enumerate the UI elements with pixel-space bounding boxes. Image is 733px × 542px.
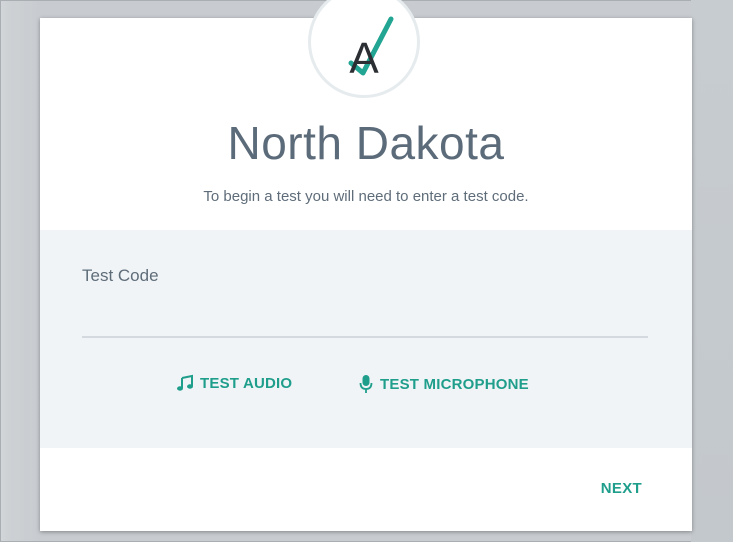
test-microphone-button[interactable]: TEST MICROPHONE bbox=[358, 374, 529, 394]
test-audio-button[interactable]: TEST AUDIO bbox=[176, 374, 292, 392]
test-audio-label: TEST AUDIO bbox=[200, 374, 293, 392]
logo-icon: A bbox=[348, 16, 394, 83]
test-code-label: Test Code bbox=[82, 266, 159, 285]
logo-badge: A bbox=[308, 0, 420, 98]
next-button[interactable]: NEXT bbox=[601, 480, 642, 497]
instructions-text: To begin a test you will need to enter a… bbox=[203, 188, 529, 205]
background-strip bbox=[691, 0, 733, 542]
logo-letter: A bbox=[349, 34, 379, 83]
test-code-panel: Test Code TEST AUDIO TEST MICROPHONE bbox=[40, 230, 692, 448]
state-title: North Dakota bbox=[227, 117, 505, 169]
test-code-dialog: A North Dakota To begin a test you will … bbox=[40, 0, 692, 531]
music-note-icon bbox=[177, 374, 193, 391]
microphone-icon bbox=[359, 375, 373, 393]
test-code-input[interactable] bbox=[82, 290, 648, 338]
test-microphone-label: TEST MICROPHONE bbox=[380, 375, 529, 393]
